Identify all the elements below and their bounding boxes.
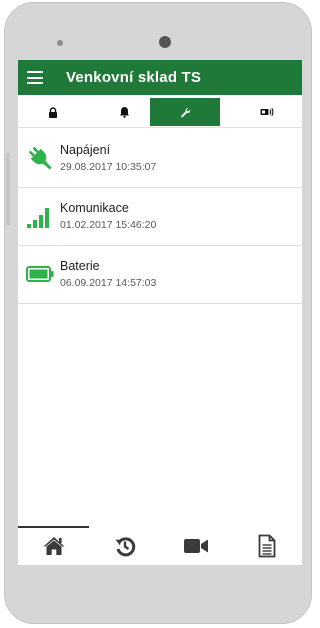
item-label: Baterie — [60, 259, 100, 273]
item-timestamp: 06.09.2017 14:57:03 — [60, 277, 157, 289]
list-item-battery[interactable]: Baterie 06.09.2017 14:57:03 — [18, 246, 302, 304]
tab-bar — [18, 98, 302, 128]
item-timestamp: 01.02.2017 15:46:20 — [60, 219, 157, 231]
bottom-navigation — [18, 526, 302, 565]
status-list: Napájení 29.08.2017 10:35:07 Komunikace … — [18, 130, 302, 304]
nav-documents[interactable] — [231, 532, 302, 560]
video-camera-icon — [183, 539, 208, 553]
app-screen: Venkovní sklad TS Napájení 29.08.2017 10… — [18, 60, 302, 565]
side-button — [6, 153, 10, 225]
list-item-communication[interactable]: Komunikace 01.02.2017 15:46:20 — [18, 188, 302, 246]
tab-device[interactable] — [232, 98, 302, 126]
nav-home[interactable] — [18, 532, 89, 560]
history-icon — [115, 537, 135, 557]
signal-bars-icon — [27, 208, 49, 228]
tab-alerts[interactable] — [89, 98, 159, 126]
bell-icon — [119, 107, 129, 118]
document-icon — [258, 534, 275, 558]
front-camera — [159, 36, 171, 48]
wrench-icon — [180, 107, 190, 117]
device-signal-icon — [260, 107, 274, 117]
hamburger-menu-icon[interactable] — [27, 71, 43, 84]
lock-icon — [49, 106, 57, 118]
home-icon — [43, 537, 64, 555]
item-timestamp: 29.08.2017 10:35:07 — [60, 161, 157, 173]
list-item-power[interactable]: Napájení 29.08.2017 10:35:07 — [18, 130, 302, 188]
item-label: Napájení — [60, 143, 111, 157]
page-title: Venkovní sklad TS — [66, 69, 202, 86]
tab-lock[interactable] — [18, 98, 88, 126]
power-plug-icon — [29, 147, 52, 170]
nav-video[interactable] — [160, 532, 231, 560]
speaker-dot — [57, 40, 63, 46]
item-label: Komunikace — [60, 201, 129, 215]
tab-service[interactable] — [150, 98, 220, 126]
app-bar: Venkovní sklad TS — [18, 60, 302, 95]
active-nav-indicator — [18, 526, 89, 528]
battery-full-icon — [26, 266, 54, 282]
nav-history[interactable] — [89, 532, 160, 560]
